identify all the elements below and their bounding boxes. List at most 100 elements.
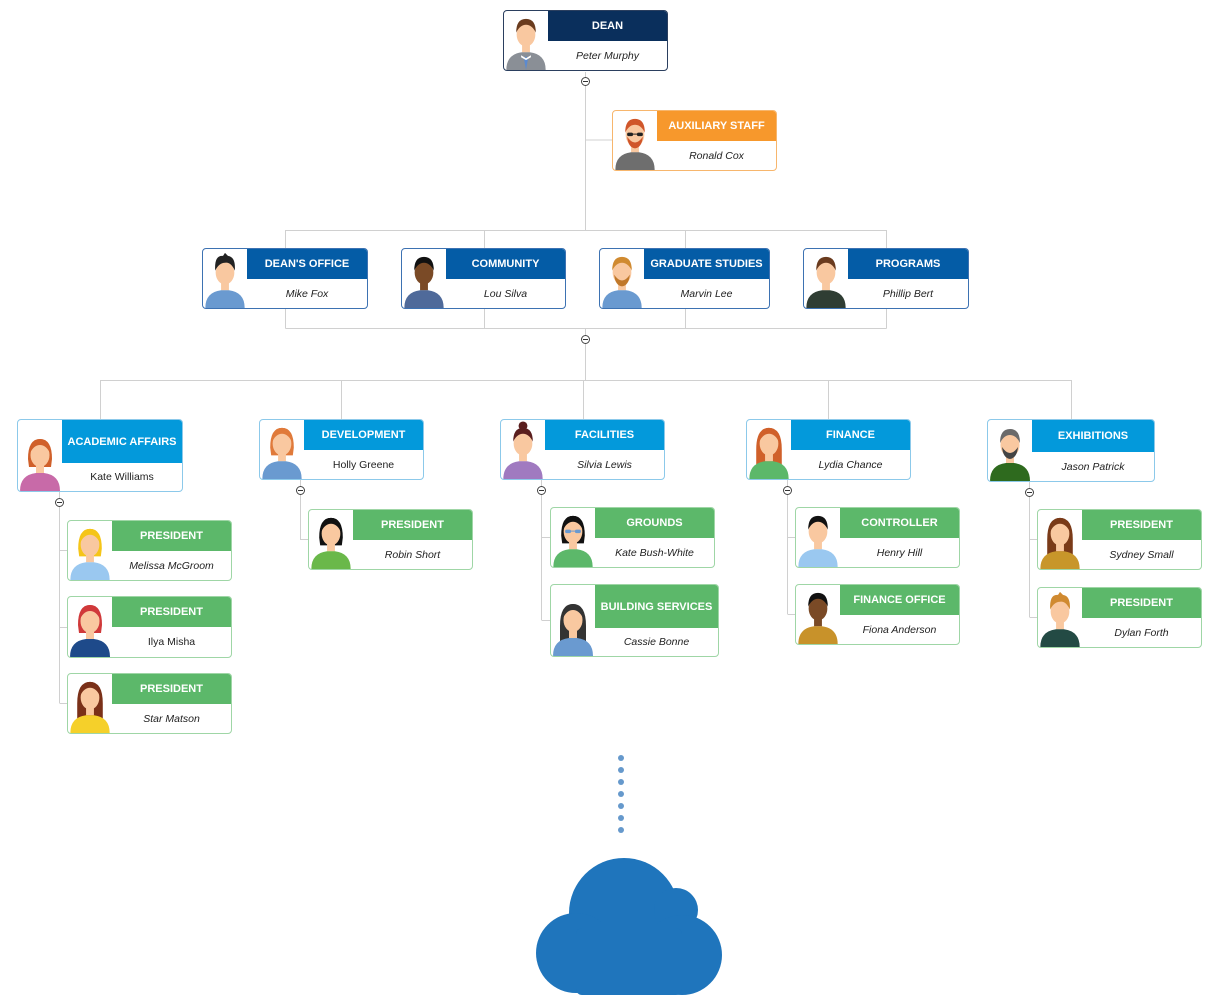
node-name: Robin Short: [384, 548, 441, 561]
avatar-man-icon: [402, 249, 446, 308]
org-node-community[interactable]: COMMUNITY Lou Silva: [401, 248, 566, 309]
node-name: Dylan Forth: [1114, 626, 1169, 639]
org-node-president[interactable]: PRESIDENT Dylan Forth: [1037, 587, 1202, 648]
avatar-man-icon: [203, 249, 247, 308]
avatar-woman-icon: [68, 597, 112, 657]
node-name: Henry Hill: [876, 546, 923, 559]
collapse-toggle-facilities[interactable]: [537, 486, 546, 495]
node-name: Silvia Lewis: [577, 458, 632, 471]
org-node-president[interactable]: PRESIDENT Robin Short: [308, 509, 473, 570]
node-name: Ronald Cox: [689, 149, 744, 162]
avatar-woman-bun-icon: [501, 420, 545, 479]
node-title: FACILITIES: [545, 420, 664, 450]
node-title: ACADEMIC AFFAIRS: [62, 420, 182, 463]
node-title: DEAN'S OFFICE: [247, 249, 367, 279]
connector-lines: [59, 72, 1072, 704]
node-title: PRESIDENT: [112, 597, 231, 627]
org-node-exhibitions[interactable]: EXHIBITIONS Jason Patrick: [987, 419, 1155, 482]
org-node-president[interactable]: PRESIDENT Star Matson: [67, 673, 232, 734]
avatar-woman-glasses-icon: [551, 508, 595, 567]
avatar-woman-icon: [260, 420, 304, 479]
org-node-grounds[interactable]: GROUNDS Kate Bush-White: [550, 507, 715, 568]
org-node-finance-office[interactable]: FINANCE OFFICE Fiona Anderson: [795, 584, 960, 645]
node-name: Lou Silva: [483, 287, 528, 300]
node-title: FINANCE OFFICE: [840, 585, 959, 615]
avatar-man-icon: [1038, 588, 1082, 647]
org-node-graduate-studies[interactable]: GRADUATE STUDIES Marvin Lee: [599, 248, 770, 309]
node-title: PRESIDENT: [112, 674, 231, 704]
org-node-development[interactable]: DEVELOPMENT Holly Greene: [259, 419, 424, 480]
collapse-toggle-dean[interactable]: [581, 77, 590, 86]
avatar-woman-long-hair-icon: [551, 585, 595, 656]
avatar-woman-icon: [747, 420, 791, 479]
org-node-programs[interactable]: PROGRAMS Phillip Bert: [803, 248, 969, 309]
avatar-man-beard-icon: [988, 420, 1032, 481]
dot: [618, 815, 624, 821]
node-title: PRESIDENT: [112, 521, 231, 551]
node-name: Fiona Anderson: [862, 623, 937, 636]
avatar-man-icon: [804, 249, 848, 308]
avatar-woman-long-hair-icon: [1038, 510, 1082, 569]
avatar-woman-icon: [18, 420, 62, 491]
node-title: AUXILIARY STAFF: [657, 111, 776, 141]
node-title: PRESIDENT: [1082, 588, 1201, 618]
org-node-president[interactable]: PRESIDENT Melissa McGroom: [67, 520, 232, 581]
collapse-toggle-academic-affairs[interactable]: [55, 498, 64, 507]
node-title: EXHIBITIONS: [1032, 420, 1154, 452]
cloud-icon: [536, 858, 722, 995]
node-name: Kate Bush-White: [615, 546, 694, 559]
avatar-woman-long-hair-icon: [68, 674, 112, 733]
org-node-finance[interactable]: FINANCE Lydia Chance: [746, 419, 911, 480]
dot: [618, 767, 624, 773]
dot: [618, 827, 624, 833]
node-name: Sydney Small: [1109, 548, 1174, 561]
org-node-president[interactable]: PRESIDENT Ilya Misha: [67, 596, 232, 658]
avatar-man-suit-icon: [504, 11, 548, 70]
org-node-building-services[interactable]: BUILDING SERVICES Cassie Bonne: [550, 584, 719, 657]
org-node-facilities[interactable]: FACILITIES Silvia Lewis: [500, 419, 665, 480]
avatar-woman-blonde-icon: [68, 521, 112, 580]
node-title: CONTROLLER: [840, 508, 959, 538]
dot: [618, 803, 624, 809]
org-node-controller[interactable]: CONTROLLER Henry Hill: [795, 507, 960, 568]
avatar-woman-icon: [309, 510, 353, 569]
collapse-toggle-exhibitions[interactable]: [1025, 488, 1034, 497]
node-title: PRESIDENT: [1082, 510, 1201, 540]
avatar-woman-icon: [796, 585, 840, 644]
node-name: Kate Williams: [90, 471, 154, 483]
collapse-toggle-finance[interactable]: [783, 486, 792, 495]
node-title: COMMUNITY: [446, 249, 565, 279]
collapse-toggle-development[interactable]: [296, 486, 305, 495]
node-title: DEVELOPMENT: [304, 420, 423, 450]
node-title: GROUNDS: [595, 508, 714, 538]
org-node-dean[interactable]: DEAN Peter Murphy: [503, 10, 668, 71]
avatar-man-sunglasses-icon: [613, 111, 657, 170]
dot: [618, 791, 624, 797]
dot: [618, 779, 624, 785]
node-name: Cassie Bonne: [623, 636, 690, 648]
node-title: BUILDING SERVICES: [595, 585, 718, 628]
node-name: Jason Patrick: [1061, 460, 1125, 473]
org-node-academic-affairs[interactable]: ACADEMIC AFFAIRS Kate Williams: [17, 419, 183, 492]
node-name: Marvin Lee: [680, 287, 733, 300]
avatar-man-beard-icon: [600, 249, 644, 308]
node-title: FINANCE: [791, 420, 910, 450]
dot: [618, 755, 624, 761]
org-node-deans-office[interactable]: DEAN'S OFFICE Mike Fox: [202, 248, 368, 309]
org-node-president[interactable]: PRESIDENT Sydney Small: [1037, 509, 1202, 570]
node-name: Ilya Misha: [147, 636, 196, 648]
node-name: Mike Fox: [285, 287, 329, 300]
node-name: Holly Greene: [332, 458, 395, 471]
org-node-auxiliary-staff[interactable]: AUXILIARY STAFF Ronald Cox: [612, 110, 777, 171]
node-name: Melissa McGroom: [129, 559, 214, 572]
avatar-man-icon: [796, 508, 840, 567]
node-title: PRESIDENT: [353, 510, 472, 540]
node-title: PROGRAMS: [848, 249, 968, 279]
node-name: Star Matson: [143, 712, 200, 725]
node-name: Peter Murphy: [575, 49, 640, 62]
node-title: GRADUATE STUDIES: [644, 249, 769, 279]
node-name: Phillip Bert: [882, 287, 934, 300]
collapse-toggle-level2[interactable]: [581, 335, 590, 344]
node-name: Lydia Chance: [818, 458, 883, 471]
node-title: DEAN: [548, 11, 667, 41]
